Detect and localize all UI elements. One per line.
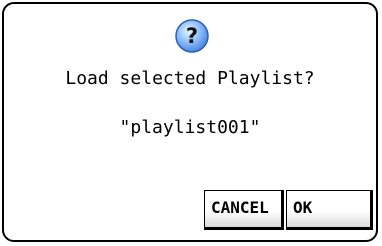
question-glyph: ? xyxy=(186,24,198,48)
confirm-dialog: ? Load selected Playlist? "playlist001" … xyxy=(2,2,378,242)
cancel-button[interactable]: CANCEL xyxy=(204,190,284,230)
dialog-message: Load selected Playlist? xyxy=(65,68,315,89)
question-icon: ? xyxy=(174,18,210,54)
playlist-name: "playlist001" xyxy=(119,117,261,138)
ok-button[interactable]: OK xyxy=(286,190,373,230)
